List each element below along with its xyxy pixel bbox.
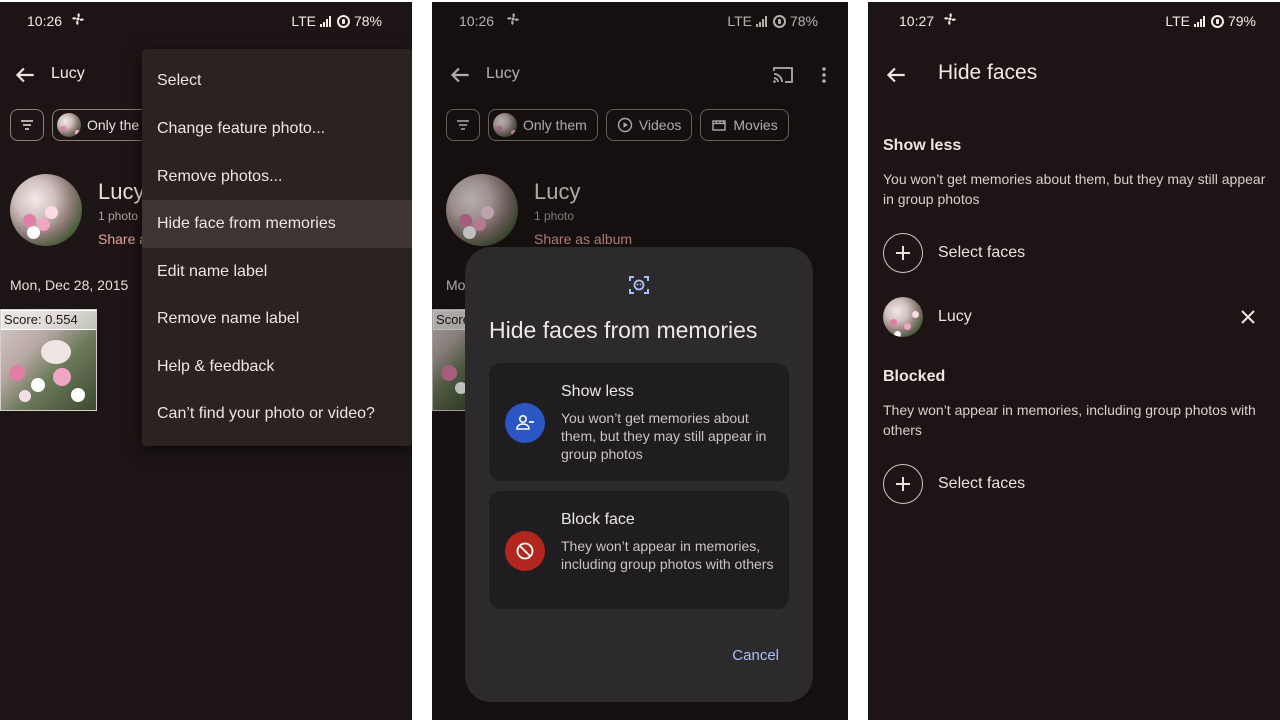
- blocked-heading: Blocked: [883, 368, 946, 385]
- menu-item-help-feedback[interactable]: Help & feedback: [142, 343, 412, 391]
- option-description: They won’t appear in memories, including…: [561, 538, 774, 572]
- close-icon[interactable]: [1239, 308, 1257, 326]
- block-icon: [505, 531, 545, 571]
- filter-chips: Only the: [10, 109, 151, 141]
- filter-button[interactable]: [10, 109, 44, 141]
- show-less-option[interactable]: Show less You won’t get memories about t…: [489, 363, 789, 481]
- blocked-description: They won’t appear in memories, including…: [883, 402, 1256, 438]
- back-arrow-icon[interactable]: [883, 62, 909, 88]
- menu-item-remove-name-label[interactable]: Remove name label: [142, 295, 412, 343]
- menu-item-hide-face[interactable]: Hide face from memories: [142, 200, 412, 248]
- page-title: Hide faces: [938, 61, 1038, 84]
- status-bar: 10:26 LTE 78%: [0, 2, 412, 42]
- photo-count: 1 photo: [98, 209, 139, 223]
- filter-icon: [21, 120, 33, 130]
- menu-item-select[interactable]: Select: [142, 57, 412, 105]
- cancel-button[interactable]: Cancel: [732, 647, 779, 664]
- person-avatar[interactable]: [10, 174, 82, 246]
- person-name[interactable]: Lucy: [98, 179, 144, 205]
- face-frame-icon: [629, 276, 649, 294]
- fan-icon: [72, 13, 84, 25]
- person-remove-icon: [505, 403, 545, 443]
- only-them-chip[interactable]: Only the: [52, 109, 151, 141]
- face-row-lucy: Lucy: [883, 297, 1265, 337]
- screen-hide-faces-settings: 10:27 LTE 79% Hide faces Show less You w…: [868, 2, 1280, 720]
- block-face-option[interactable]: Block face They won’t appear in memories…: [489, 491, 789, 609]
- chip-label: Only the: [87, 117, 140, 133]
- show-less-select-faces[interactable]: Select faces: [883, 233, 1025, 273]
- hide-faces-dialog: Hide faces from memories Show less You w…: [465, 247, 813, 702]
- battery-saver-icon: [336, 14, 350, 28]
- battery-level: 78%: [353, 13, 382, 29]
- menu-item-cant-find[interactable]: Can’t find your photo or video?: [142, 390, 412, 438]
- signal-icon: [319, 15, 331, 27]
- overflow-menu: Select Change feature photo... Remove ph…: [142, 49, 412, 446]
- menu-item-edit-name-label[interactable]: Edit name label: [142, 248, 412, 296]
- face-thumbnail: [883, 297, 923, 337]
- option-title: Show less: [561, 383, 634, 400]
- share-album-link[interactable]: Share a: [98, 231, 147, 247]
- show-less-description: You won’t get memories about them, but t…: [883, 171, 1266, 207]
- add-icon: [883, 464, 923, 504]
- status-time: 10:26: [27, 13, 63, 29]
- photo-thumbnail[interactable]: Score: 0.554: [0, 309, 97, 411]
- blocked-select-faces[interactable]: Select faces: [883, 464, 1025, 504]
- status-bar: 10:27 LTE 79%: [868, 2, 1280, 42]
- option-description: You won’t get memories about them, but t…: [561, 410, 767, 462]
- screen-person-menu: 10:26 LTE 78% Lucy Only the Lucy 1 photo…: [0, 2, 412, 720]
- menu-item-change-feature-photo[interactable]: Change feature photo...: [142, 105, 412, 153]
- show-less-heading: Show less: [883, 137, 962, 154]
- date-header: Mon, Dec 28, 2015: [10, 277, 129, 293]
- status-time: 10:27: [899, 13, 935, 29]
- back-arrow-icon[interactable]: [12, 62, 38, 88]
- face-name: Lucy: [938, 308, 972, 325]
- app-bar: Hide faces: [868, 58, 1280, 94]
- signal-icon: [1193, 15, 1205, 27]
- battery-saver-icon: [1210, 14, 1224, 28]
- select-faces-label: Select faces: [938, 244, 1026, 261]
- fan-icon: [944, 13, 956, 25]
- dialog-title: Hide faces from memories: [489, 317, 758, 343]
- select-faces-label: Select faces: [938, 475, 1026, 492]
- app-bar-title: Lucy: [51, 65, 85, 82]
- option-title: Block face: [561, 511, 635, 528]
- network-type: LTE: [1165, 13, 1190, 29]
- network-type: LTE: [291, 13, 316, 29]
- menu-item-remove-photos[interactable]: Remove photos...: [142, 153, 412, 201]
- battery-level: 79%: [1227, 13, 1256, 29]
- face-thumbnail: [57, 113, 81, 137]
- score-label: Score: 0.554: [1, 310, 96, 330]
- screen-hide-faces-dialog: 10:26 LTE 78% Lucy Only them Videos Movi…: [432, 2, 848, 720]
- add-icon: [883, 233, 923, 273]
